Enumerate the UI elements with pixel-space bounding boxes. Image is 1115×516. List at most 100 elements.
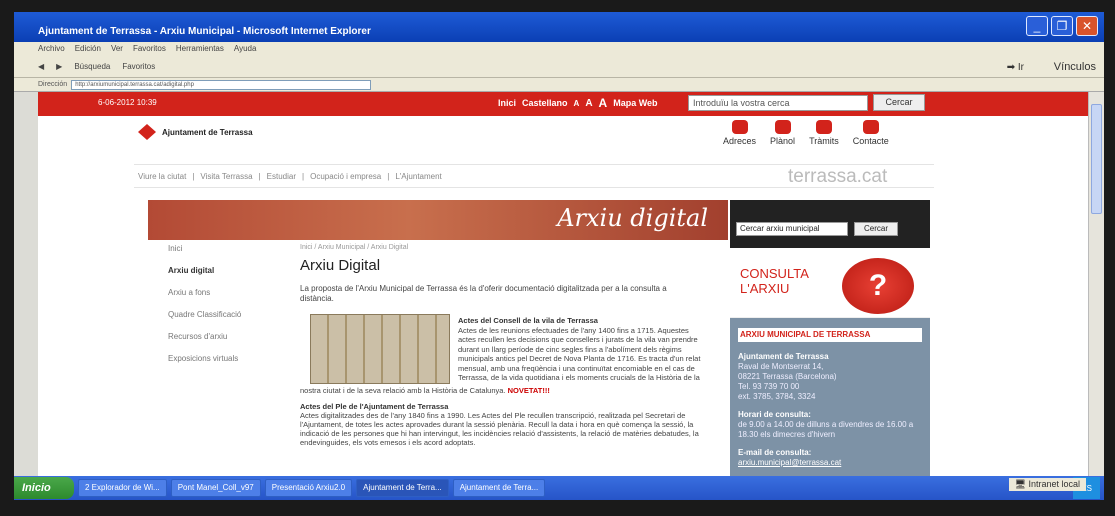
actes-consell-text: Actes de les reunions efectuades de l'an… [458, 325, 701, 383]
toolbar: ◀ ▶ Búsqueda Favoritos [14, 56, 1104, 78]
nav-visita[interactable]: Visita Terrassa [200, 172, 252, 181]
main-content: Inici / Arxiu Municipal / Arxiu Digital … [300, 244, 720, 447]
actes-consell-section: Actes del Consell de la vila de Terrassa… [458, 316, 708, 383]
taskbar-item-ajuntament-2[interactable]: Ajuntament de Terra... [452, 479, 546, 497]
menu-help[interactable]: Ayuda [234, 44, 257, 54]
link-inici[interactable]: Inici [498, 98, 516, 108]
actes-ple-section: Actes del Ple de l'Ajuntament de Terrass… [300, 402, 710, 447]
go-icon: ➡ [1006, 62, 1016, 73]
address-icon [731, 120, 748, 134]
font-small-button[interactable]: A [574, 99, 580, 108]
breadcrumb[interactable]: Inici / Arxiu Municipal / Arxiu Digital [300, 244, 720, 251]
address-input[interactable]: http://arxiumunicipal.terrassa.cat/adigi… [71, 79, 372, 90]
page-title: Arxiu Digital [300, 257, 381, 274]
shortcut-planol[interactable]: Plànol [770, 120, 795, 146]
info-address-1: Raval de Montserrat 14, [738, 362, 824, 371]
window-titlebar[interactable]: Ajuntament de Terrassa - Arxiu Municipal… [14, 12, 1104, 42]
link-mapa-web[interactable]: Mapa Web [613, 98, 657, 108]
sidebar-item-exposicions[interactable]: Exposicions virtuals [168, 354, 241, 363]
consulta-line1: CONSULTA [740, 266, 809, 281]
document-icon [815, 120, 832, 134]
info-phone: Tel. 93 739 70 00 [738, 382, 800, 391]
vertical-scrollbar[interactable] [1088, 92, 1104, 476]
info-ext: ext. 3785, 3784, 3324 [738, 392, 816, 401]
font-medium-button[interactable]: A [585, 98, 592, 109]
menu-file[interactable]: Archivo [38, 44, 65, 54]
intro-text: La proposta de l'Arxiu Municipal de Terr… [300, 284, 667, 303]
minimize-icon[interactable]: _ [1026, 16, 1048, 36]
top-red-bar: 6-06-2012 10:39 Inici Castellano A A A M… [38, 92, 1088, 116]
nav-ocupacio[interactable]: Ocupació i empresa [310, 172, 381, 181]
go-button[interactable]: ➡ Ir [1007, 62, 1024, 73]
consulta-line2: L'ARXIU [740, 281, 790, 296]
web-page: 6-06-2012 10:39 Inici Castellano A A A M… [38, 92, 1088, 476]
info-name: Ajuntament de Terrassa [738, 352, 829, 361]
right-column: Cercar arxiu municipal Cercar CONSULTA L'… [730, 200, 930, 476]
documents-image [310, 314, 450, 384]
scrollbar-thumb[interactable] [1091, 104, 1102, 214]
maximize-icon[interactable]: ❐ [1051, 16, 1073, 36]
actes-ple-text: Actes digitalitzades des de l'any 1840 f… [300, 411, 699, 447]
taskbar-item-presentacio[interactable]: Presentació Arxiu2.0 [264, 479, 353, 497]
link-castellano[interactable]: Castellano [522, 98, 568, 108]
forward-icon[interactable]: ▶ [56, 62, 62, 71]
menu-view[interactable]: Ver [111, 44, 123, 54]
actes-ple-title[interactable]: Actes del Ple de l'Ajuntament de Terrass… [300, 402, 710, 411]
font-large-button[interactable]: A [599, 96, 608, 110]
coat-of-arms-icon [138, 124, 156, 140]
nav-estudiar[interactable]: Estudiar [267, 172, 296, 181]
hours-title: Horari de consulta: [738, 410, 811, 419]
back-icon[interactable]: ◀ [38, 62, 44, 71]
sidebar-item-quadre[interactable]: Quadre Classificació [168, 310, 241, 319]
info-title: ARXIU MUNICIPAL DE TERRASSA [738, 328, 922, 342]
brand-text: terrassa.cat [788, 166, 888, 187]
address-label: Dirección [38, 81, 68, 88]
mail-icon [862, 120, 879, 134]
start-button[interactable]: Inicio [14, 477, 74, 499]
sidebar-item-arxiu-a-fons[interactable]: Arxiu a fons [168, 288, 241, 297]
sidebar: Inici Arxiu digital Arxiu a fons Quadre … [168, 244, 241, 376]
menu-tools[interactable]: Herramientas [176, 44, 224, 54]
site-search-button[interactable]: Cercar [873, 94, 925, 111]
archive-search-button[interactable]: Cercar [854, 222, 898, 236]
date-time: 6-06-2012 10:39 [98, 98, 157, 107]
menu-favorites[interactable]: Favoritos [133, 44, 166, 54]
shortcut-tramits[interactable]: Tràmits [809, 120, 839, 146]
shortcut-adreces[interactable]: Adreces [723, 120, 756, 146]
municipal-logo[interactable]: Ajuntament de Terrassa [138, 124, 253, 140]
question-mark-icon: ? [842, 258, 914, 314]
window-title: Ajuntament de Terrassa - Arxiu Municipal… [38, 26, 371, 37]
site-search-input[interactable]: Introduïu la vostra cerca [688, 95, 868, 111]
hours-text: de 9.00 a 14.00 de dilluns a divendres d… [738, 420, 914, 439]
links-button[interactable]: Vínculos [1054, 61, 1096, 73]
banner: Arxiu digital [148, 200, 728, 240]
email-link[interactable]: arxiu.municipal@terrassa.cat [738, 458, 922, 468]
address-bar: Dirección http://arxiumunicipal.terrassa… [14, 78, 1104, 92]
taskbar-item-explorer[interactable]: 2 Explorador de Wi... [78, 479, 167, 497]
sidebar-item-inici[interactable]: Inici [168, 244, 241, 253]
taskbar-item-pont[interactable]: Pont Manel_Coll_v97 [170, 479, 261, 497]
archive-search-box: Cercar arxiu municipal Cercar [730, 200, 930, 248]
map-icon [774, 120, 791, 134]
sidebar-item-arxiu-digital[interactable]: Arxiu digital [168, 266, 241, 275]
email-title: E-mail de consulta: [738, 448, 812, 457]
nav-viure[interactable]: Viure la ciutat [138, 172, 186, 181]
intranet-icon: 🖥 [1014, 479, 1026, 489]
nav-ajuntament[interactable]: L'Ajuntament [395, 172, 441, 181]
banner-title: Arxiu digital [557, 204, 708, 232]
favorites-toolbar-button[interactable]: Favoritos [122, 62, 155, 71]
menu-edit[interactable]: Edición [75, 44, 101, 54]
archive-search-input[interactable]: Cercar arxiu municipal [736, 222, 848, 236]
actes-consell-title[interactable]: Actes del Consell de la vila de Terrassa [458, 316, 708, 326]
sidebar-item-recursos[interactable]: Recursos d'arxiu [168, 332, 241, 341]
status-zone: 🖥 Intranet local [1008, 478, 1086, 491]
taskbar-item-ajuntament-1[interactable]: Ajuntament de Terra... [356, 479, 449, 497]
consulta-arxiu-banner[interactable]: CONSULTA L'ARXIU ? [730, 248, 930, 318]
taskbar: Inicio 2 Explorador de Wi... Pont Manel_… [14, 476, 1104, 500]
desktop-screen: Ajuntament de Terrassa - Arxiu Municipal… [14, 12, 1104, 500]
novetat-badge: NOVETAT!!! [507, 386, 550, 395]
search-toolbar-button[interactable]: Búsqueda [74, 62, 110, 71]
shortcut-contacte[interactable]: Contacte [853, 120, 889, 146]
info-address-2: 08221 Terrassa (Barcelona) [738, 372, 837, 381]
close-icon[interactable]: ✕ [1076, 16, 1098, 36]
